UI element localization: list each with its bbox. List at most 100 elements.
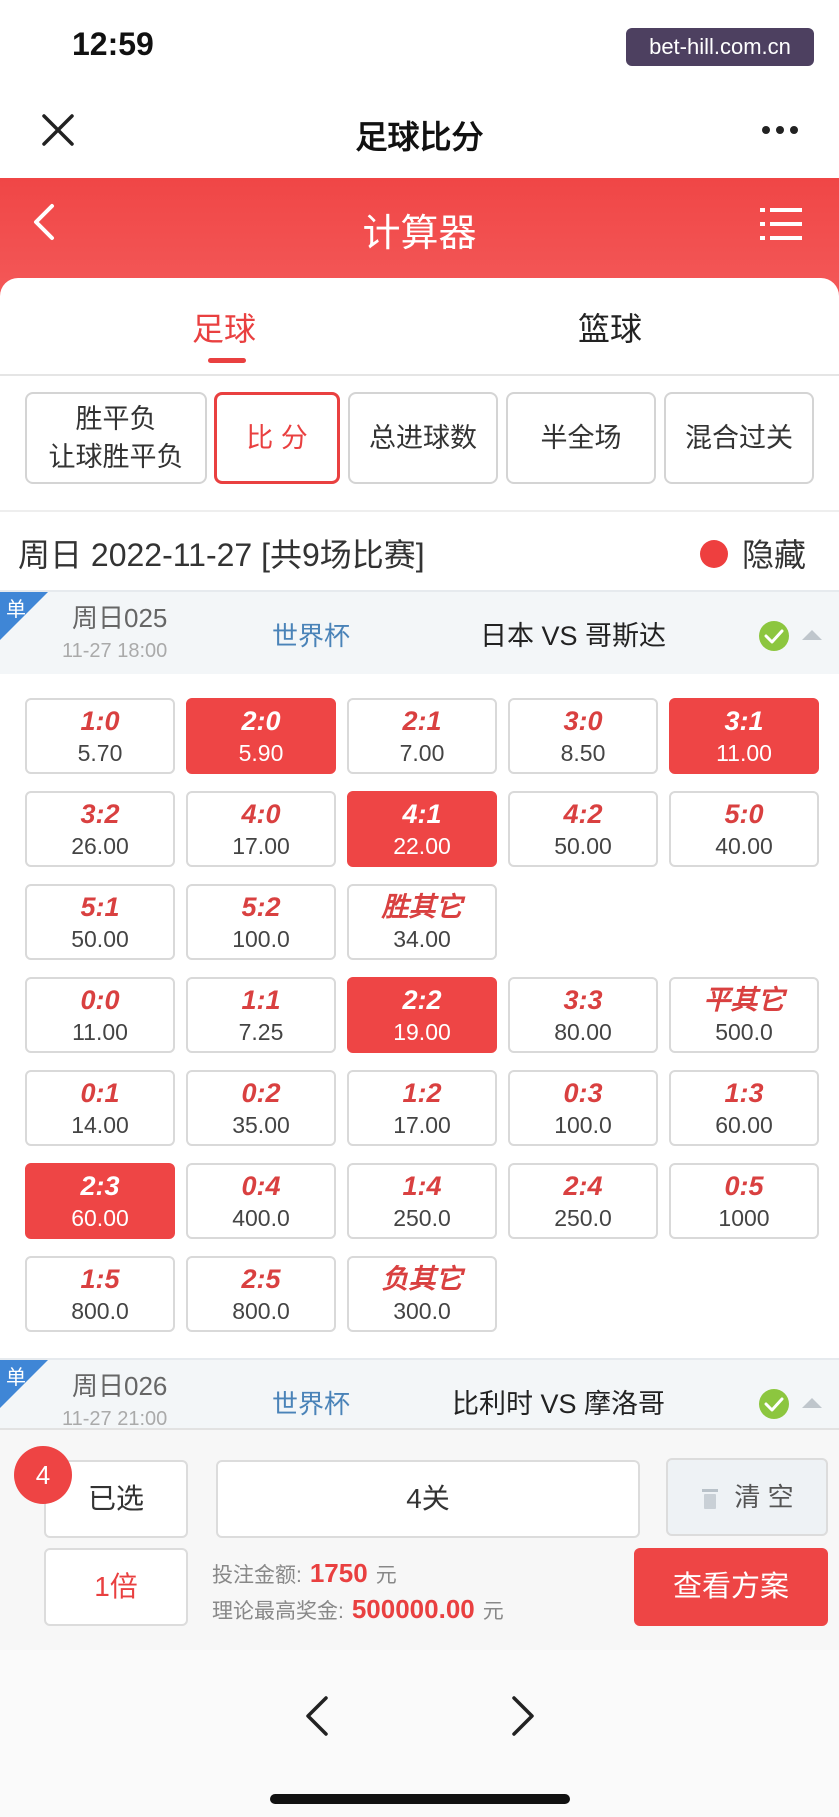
score-odds-cell[interactable]: 3:0 8.50: [508, 698, 658, 774]
play-type-label: 胜平负: [75, 404, 157, 434]
play-type-score[interactable]: 比 分: [214, 392, 340, 484]
odds-value: 250.0: [393, 1205, 451, 1231]
match-header[interactable]: 单 周日025 11-27 18:00 世界杯 日本 VS 哥斯达: [0, 590, 839, 674]
odds-value: 17.00: [232, 833, 290, 859]
score-label: 3:0: [563, 706, 603, 736]
score-label: 1:4: [402, 1171, 442, 1201]
score-odds-cell[interactable]: 2:3 60.00: [25, 1163, 175, 1239]
odds-value: 500.0: [715, 1019, 773, 1045]
play-type-bar: 胜平负 让球胜平负 比 分 总进球数 半全场 混合过关: [0, 378, 839, 508]
single-badge-icon: 单: [0, 1360, 48, 1408]
score-odds-cell[interactable]: 3:1 11.00: [669, 698, 819, 774]
score-odds-cell[interactable]: 3:3 80.00: [508, 977, 658, 1053]
score-odds-cell[interactable]: 2:1 7.00: [347, 698, 497, 774]
match-league: 世界杯: [272, 1389, 351, 1419]
score-label: 2:0: [241, 706, 281, 736]
score-odds-cell[interactable]: 0:2 35.00: [186, 1070, 336, 1146]
play-type-mixed[interactable]: 混合过关: [664, 392, 814, 484]
page-title: 计算器: [362, 213, 477, 255]
score-odds-cell[interactable]: 0:4 400.0: [186, 1163, 336, 1239]
score-label: 2:5: [241, 1264, 281, 1294]
odds-value: 5.90: [238, 740, 284, 766]
score-odds-cell[interactable]: 0:0 11.00: [25, 977, 175, 1053]
score-odds-cell[interactable]: 1:5 800.0: [25, 1256, 175, 1332]
score-label: 3:1: [724, 706, 764, 736]
score-label: 平其它: [703, 985, 785, 1015]
score-label: 2:3: [80, 1171, 120, 1201]
score-odds-cell[interactable]: 平其它 500.0: [669, 977, 819, 1053]
score-odds-cell[interactable]: 5:0 40.00: [669, 791, 819, 867]
score-odds-cell[interactable]: 1:1 7.25: [186, 977, 336, 1053]
match-header[interactable]: 单 周日026 11-27 21:00 世界杯 比利时 VS 摩洛哥: [0, 1358, 839, 1428]
odds-value: 100.0: [232, 926, 290, 952]
multiplier-button[interactable]: 1倍: [44, 1548, 188, 1626]
status-time: 12:59: [72, 26, 154, 62]
play-type-label: 半全场: [540, 423, 622, 453]
match-number: 周日025: [72, 603, 168, 633]
play-type-total-goals[interactable]: 总进球数: [348, 392, 498, 484]
odds-value: 250.0: [554, 1205, 612, 1231]
play-type-label: 让球胜平负: [48, 442, 184, 472]
score-odds-cell[interactable]: 1:0 5.70: [25, 698, 175, 774]
hide-toggle-label[interactable]: 隐藏: [742, 530, 806, 576]
score-label: 负其它: [381, 1264, 463, 1294]
pass-type-selector[interactable]: 4关: [216, 1460, 640, 1538]
score-odds-cell[interactable]: 3:2 26.00: [25, 791, 175, 867]
play-type-win-draw-lose[interactable]: 胜平负 让球胜平负: [25, 392, 207, 484]
score-odds-cell[interactable]: 1:2 17.00: [347, 1070, 497, 1146]
score-odds-cell[interactable]: 4:2 50.00: [508, 791, 658, 867]
bet-amount-value: 1750: [309, 1558, 368, 1588]
score-odds-cell[interactable]: 2:5 800.0: [186, 1256, 336, 1332]
odds-value: 14.00: [71, 1112, 129, 1138]
play-type-label: 混合过关: [685, 423, 793, 453]
score-odds-cell[interactable]: 4:1 22.00: [347, 791, 497, 867]
score-label: 0:1: [80, 1078, 120, 1108]
hide-toggle-icon[interactable]: [700, 540, 728, 568]
score-odds-cell[interactable]: 0:3 100.0: [508, 1070, 658, 1146]
score-odds-cell[interactable]: 1:3 60.00: [669, 1070, 819, 1146]
odds-value: 19.00: [393, 1019, 451, 1045]
tab-football[interactable]: 足球: [192, 304, 256, 350]
score-odds-cell[interactable]: 0:1 14.00: [25, 1070, 175, 1146]
browser-nav-bar: [0, 1650, 839, 1817]
bet-panel: 4 已选 4关 清 空 1倍 投注金额: 1750 元 理论最高奖金: 500000.…: [0, 1428, 839, 1650]
score-odds-cell[interactable]: 5:2 100.0: [186, 884, 336, 960]
match-time: 11-27 18:00: [62, 640, 168, 662]
score-odds-cell[interactable]: 1:4 250.0: [347, 1163, 497, 1239]
chevron-up-icon[interactable]: [800, 1394, 824, 1410]
match-teams: 比利时 VS 摩洛哥: [452, 1389, 666, 1419]
score-label: 0:4: [241, 1171, 281, 1201]
score-odds-cell[interactable]: 4:0 17.00: [186, 791, 336, 867]
view-plan-button[interactable]: 查看方案: [634, 1548, 828, 1626]
trash-icon: [702, 1489, 719, 1510]
max-prize-value: 500000.00: [351, 1594, 475, 1624]
score-odds-cell[interactable]: 负其它 300.0: [347, 1256, 497, 1332]
check-circle-icon[interactable]: [758, 1388, 790, 1420]
home-indicator: [270, 1794, 570, 1804]
score-label: 1:0: [80, 706, 120, 736]
menu-icon[interactable]: [760, 206, 802, 242]
check-circle-icon[interactable]: [758, 620, 790, 652]
clear-label: 清 空: [734, 1482, 794, 1512]
score-odds-cell[interactable]: 胜其它 34.00: [347, 884, 497, 960]
score-label: 2:1: [402, 706, 442, 736]
play-type-half-full[interactable]: 半全场: [506, 392, 656, 484]
score-odds-cell[interactable]: 2:2 19.00: [347, 977, 497, 1053]
clear-button[interactable]: 清 空: [666, 1458, 828, 1536]
status-bar: 12:59 bet-hill.com.cn: [0, 0, 839, 90]
score-label: 1:5: [80, 1264, 120, 1294]
date-text: 周日 2022-11-27 [共9场比赛]: [18, 537, 425, 573]
score-odds-cell[interactable]: 5:1 50.00: [25, 884, 175, 960]
score-odds-cell[interactable]: 2:0 5.90: [186, 698, 336, 774]
more-icon[interactable]: [760, 120, 800, 140]
nav-back-icon[interactable]: [302, 1694, 332, 1738]
chevron-up-icon[interactable]: [800, 626, 824, 642]
max-prize-line: 理论最高奖金: 500000.00 元: [212, 1594, 504, 1625]
max-prize-label: 理论最高奖金:: [212, 1600, 344, 1623]
score-odds-cell[interactable]: 0:5 1000: [669, 1163, 819, 1239]
score-label: 0:0: [80, 985, 120, 1015]
window-title: 足球比分: [355, 119, 484, 155]
nav-forward-icon[interactable]: [508, 1694, 538, 1738]
tab-basketball[interactable]: 篮球: [578, 304, 642, 350]
score-odds-cell[interactable]: 2:4 250.0: [508, 1163, 658, 1239]
